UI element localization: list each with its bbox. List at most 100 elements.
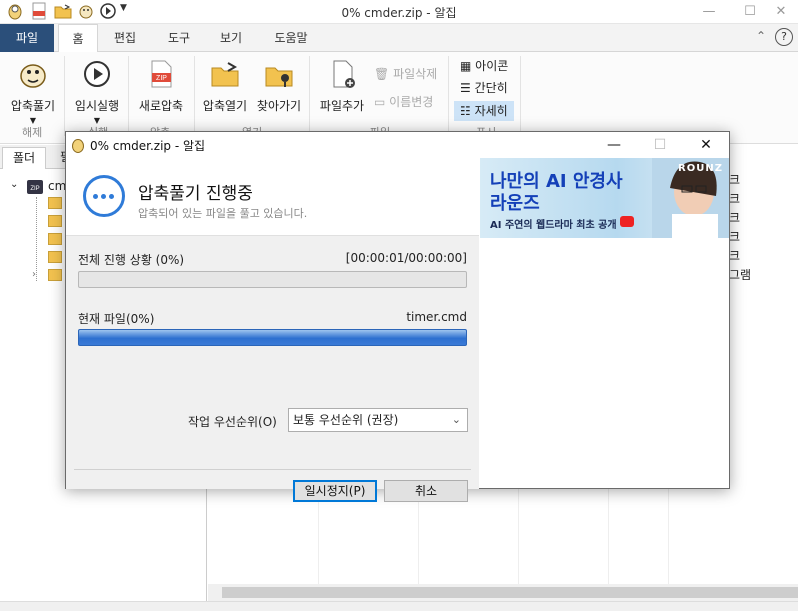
current-file-progress-bar — [78, 329, 467, 346]
maximize-button[interactable]: ☐ — [733, 0, 767, 24]
ribbon-divider — [194, 56, 195, 136]
minimize-button[interactable]: — — [692, 0, 726, 24]
elapsed-time: [00:00:01/00:00:00] — [345, 251, 467, 265]
dialog-title-bar: 0% cmder.zip - 알집 — ☐ ✕ — [66, 132, 729, 158]
dialog-maximize-button: ☐ — [653, 137, 667, 153]
dialog-title: 0% cmder.zip - 알집 — [90, 139, 206, 153]
ribbon-divider — [64, 56, 65, 136]
folder-icon[interactable] — [48, 251, 62, 263]
folder-icon[interactable] — [48, 197, 62, 209]
list-icon: ☰ — [460, 81, 471, 95]
tree-collapse-icon[interactable]: ⌄ — [10, 179, 18, 190]
ad-brand-logo: ROUNZ — [678, 163, 723, 174]
new-zip-label: 새로압축 — [138, 99, 184, 113]
column-line — [608, 485, 609, 585]
column-line — [668, 485, 669, 585]
total-progress-bar — [78, 271, 467, 288]
run-label: 임시실행 — [74, 99, 120, 113]
collapse-ribbon-icon[interactable]: ⌃ — [756, 29, 766, 43]
scrollbar-thumb[interactable] — [222, 587, 798, 598]
view-icon-button[interactable]: ▦ 아이콘 — [456, 56, 512, 76]
dialog-close-button[interactable]: ✕ — [683, 132, 729, 158]
progress-header: 압축풀기 진행중 압축되어 있는 파일을 풀고 있습니다. — [66, 158, 479, 236]
youtube-icon — [620, 216, 634, 227]
find-label: 찾아가기 — [256, 99, 302, 113]
trash-icon: 🗑 — [374, 67, 390, 81]
view-detail-label: 자세히 — [474, 104, 508, 118]
folder-pin-icon — [265, 67, 293, 87]
new-zip-button[interactable]: ZIP 새로압축 — [134, 58, 188, 114]
tab-tools[interactable]: 도구 — [156, 24, 202, 52]
priority-select[interactable]: 보통 우선순위 (권장) ⌄ — [288, 408, 468, 432]
rename-button[interactable]: ▭ 이름변경 — [374, 92, 433, 112]
play-icon — [84, 61, 110, 87]
add-file-icon — [333, 60, 355, 88]
view-detail-button[interactable]: ☷ 자세히 — [454, 101, 514, 121]
grid-icon: ▦ — [460, 59, 472, 73]
tab-view[interactable]: 보기 — [208, 24, 254, 52]
ad-tagline: AI 주연의 웹드라마 최초 공개 — [490, 220, 617, 231]
progress-panel: 압축풀기 진행중 압축되어 있는 파일을 풀고 있습니다. 전체 진행 상황 (… — [66, 158, 479, 502]
help-icon[interactable]: ? — [775, 28, 793, 46]
tree-expand-icon[interactable]: › — [32, 269, 36, 280]
tab-help[interactable]: 도움말 — [262, 24, 320, 52]
horizontal-scrollbar[interactable] — [208, 584, 798, 601]
folder-icon[interactable] — [48, 215, 62, 227]
ribbon-divider — [520, 56, 521, 136]
add-file-button[interactable]: 파일추가 — [314, 58, 370, 114]
add-file-label: 파일추가 — [319, 99, 365, 113]
dialog-divider — [74, 469, 471, 470]
tab-folder[interactable]: 폴더 — [2, 147, 47, 169]
view-icon-label: 아이콘 — [475, 59, 509, 73]
tab-home[interactable]: 홈 — [58, 24, 98, 53]
open-zip-button[interactable]: 압축열기 — [198, 58, 252, 114]
ad-banner[interactable]: 나만의 AI 안경사 라운즈 AI 주연의 웹드라마 최초 공개 ROUNZ — [480, 158, 729, 238]
extract-icon — [20, 64, 46, 88]
list-item-type[interactable]: 크 — [729, 190, 740, 207]
ad-brand-name: 라운즈 — [490, 193, 540, 214]
folder-icon[interactable] — [48, 269, 62, 281]
tab-file[interactable]: 파일 — [0, 24, 54, 52]
rename-label: 이름변경 — [389, 95, 434, 109]
extract-label: 압축풀기 — [10, 99, 56, 113]
busy-icon — [83, 175, 125, 217]
priority-label: 작업 우선순위(O) — [188, 415, 277, 429]
run-button[interactable]: 임시실행 ▼ — [70, 58, 124, 125]
tab-edit[interactable]: 편집 — [104, 24, 146, 52]
priority-value: 보통 우선순위 (권장) — [293, 413, 399, 427]
delete-file-label: 파일삭제 — [393, 67, 438, 81]
extract-button[interactable]: 압축풀기 ▼ — [6, 58, 60, 125]
window-title: 0% cmder.zip - 알집 — [341, 6, 457, 20]
find-button[interactable]: 찾아가기 — [252, 58, 306, 114]
delete-file-button[interactable]: 🗑 파일삭제 — [374, 64, 437, 84]
dialog-minimize-button[interactable]: — — [591, 132, 637, 158]
svg-text:ZIP: ZIP — [156, 75, 167, 82]
view-simple-button[interactable]: ☰ 간단히 — [456, 78, 512, 98]
tree-root-label[interactable]: cm — [48, 179, 66, 193]
details-icon: ☷ — [460, 104, 471, 118]
list-item-type[interactable]: 크 — [729, 247, 740, 264]
ribbon-divider — [448, 56, 449, 136]
open-zip-label: 압축열기 — [202, 99, 248, 113]
pause-button[interactable]: 일시정지(P) — [293, 480, 377, 502]
ribbon-divider — [309, 56, 310, 136]
cancel-button[interactable]: 취소 — [384, 480, 468, 502]
group-label-extract: 해제 — [22, 126, 43, 139]
list-item-type[interactable]: 크 — [729, 209, 740, 226]
progress-subheading: 압축되어 있는 파일을 풀고 있습니다. — [138, 207, 308, 220]
list-item-type[interactable]: 그램 — [729, 266, 751, 283]
zip-archive-icon: ZIP — [27, 180, 43, 194]
ribbon-divider — [128, 56, 129, 136]
status-bar — [0, 601, 798, 611]
rename-icon: ▭ — [374, 95, 386, 109]
svg-text:ZIP: ZIP — [30, 186, 39, 192]
list-item-type[interactable]: 크 — [729, 228, 740, 245]
ribbon-tabs: 파일 홈 편집 도구 보기 도움말 ⌃ ? — [0, 24, 798, 53]
column-line — [518, 485, 519, 585]
folder-icon[interactable] — [48, 233, 62, 245]
alzip-logo-icon — [72, 139, 84, 153]
new-zip-icon: ZIP — [151, 60, 172, 88]
list-item-type[interactable]: 크 — [729, 171, 740, 188]
open-folder-icon — [211, 62, 239, 87]
close-button[interactable]: ✕ — [764, 0, 798, 24]
